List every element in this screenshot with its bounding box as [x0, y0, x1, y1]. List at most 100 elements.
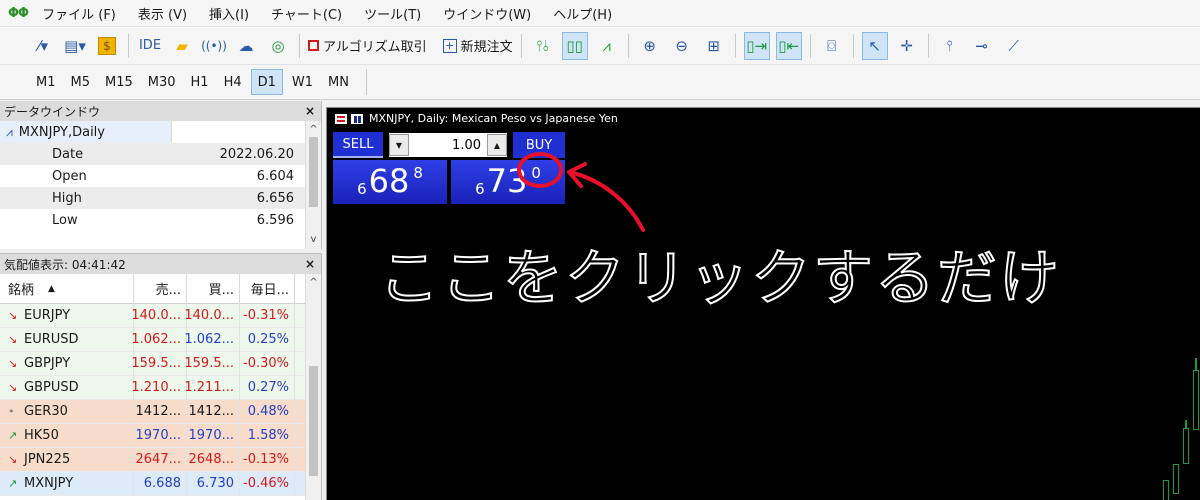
scroll-down-icon[interactable]: v	[306, 231, 321, 247]
sell-price-button[interactable]: 6 68 8	[333, 160, 447, 204]
cloud-icon[interactable]: ☁	[233, 32, 259, 60]
data-row-label: Open	[52, 168, 87, 184]
period-mn[interactable]: MN	[322, 69, 355, 95]
bag-icon[interactable]: ▰	[169, 32, 195, 60]
vps-icon[interactable]: ◎	[265, 32, 291, 60]
algo-trading-button[interactable]: アルゴリズム取引	[308, 32, 427, 60]
ide-button[interactable]: IDE	[137, 32, 163, 60]
chart-title: MXNJPY, Daily: Mexican Peso vs Japanese …	[369, 112, 618, 125]
signal-icon[interactable]: ((•))	[201, 32, 227, 60]
candle	[1183, 428, 1189, 464]
column-bid[interactable]: 売...	[134, 273, 187, 304]
menu-file[interactable]: ファイル (F)	[42, 4, 116, 23]
quote-row[interactable]: ↘ EURJPY 140.0... 140.0... -0.31%	[0, 303, 321, 328]
autoscroll-icon[interactable]: ▯⇥	[743, 31, 770, 60]
close-icon[interactable]: ×	[305, 104, 315, 118]
menu-tools[interactable]: ツール(T)	[364, 4, 421, 23]
period-m30[interactable]: M30	[142, 69, 182, 95]
volume-increase-icon[interactable]: ▲	[487, 134, 507, 156]
volume-decrease-icon[interactable]: ▼	[389, 134, 409, 156]
menu-window[interactable]: ウインドウ(W)	[443, 4, 531, 23]
column-symbol[interactable]: 銘柄 ▲	[0, 273, 134, 304]
volume-input[interactable]: 1.00	[409, 138, 487, 153]
vertical-line-icon[interactable]: ⫯	[937, 32, 963, 60]
menu-view[interactable]: 表示 (V)	[138, 4, 187, 23]
quote-row[interactable]: ↗ MXNJPY 6.688 6.730 -0.46%	[0, 471, 321, 496]
sell-price-sup: 8	[413, 164, 423, 182]
quote-bid: 140.0...	[131, 303, 187, 328]
menu-insert[interactable]: 挿入(I)	[209, 4, 249, 23]
period-h1[interactable]: H1	[185, 69, 215, 95]
plus-icon: +	[442, 38, 457, 53]
data-row-label: Date	[52, 146, 84, 162]
zoom-out-icon[interactable]: ⊖	[669, 32, 695, 60]
scroll-thumb[interactable]	[309, 366, 318, 476]
chart-shift-icon[interactable]: ▯⇤	[775, 31, 802, 60]
market-icon[interactable]: $	[94, 32, 120, 60]
chart-title-bar: MXNJPY, Daily: Mexican Peso vs Japanese …	[335, 112, 618, 125]
sell-button[interactable]: SELL	[333, 132, 383, 158]
bar-chart-icon[interactable]: ⫯⫰	[530, 32, 556, 60]
candlestick-icon[interactable]: ▯▯	[561, 31, 588, 60]
scroll-up-icon[interactable]: ^	[306, 121, 321, 137]
trend-down-icon: ↘	[8, 381, 18, 394]
new-chart-icon[interactable]: ⁄▾	[30, 32, 56, 60]
quote-row[interactable]: ↘ GBPJPY 159.5... 159.5... -0.30%	[0, 351, 321, 376]
horizontal-line-icon[interactable]: ⊸	[969, 32, 995, 60]
column-ask[interactable]: 買...	[187, 273, 240, 304]
menu-chart[interactable]: チャート(C)	[271, 4, 342, 23]
quote-ask: 159.5...	[184, 351, 240, 376]
window-menu-icon[interactable]	[335, 113, 347, 124]
crosshair-icon[interactable]: ✛	[894, 32, 920, 60]
screenshot-icon[interactable]: ⌼	[819, 32, 845, 60]
annotation-text: ここをクリックするだけ	[378, 243, 1061, 315]
market-watch-title: 気配値表示: 04:41:42	[4, 257, 126, 272]
period-w1[interactable]: W1	[286, 69, 319, 95]
quote-bid: 1970...	[134, 423, 187, 448]
cursor-icon[interactable]: ↖	[861, 31, 888, 60]
quote-row[interactable]: • GER30 1412... 1412... 0.48%	[0, 399, 321, 424]
candle	[1163, 480, 1169, 500]
grid-icon[interactable]: ⊞	[701, 32, 727, 60]
line-chart-icon[interactable]: ⩘	[594, 32, 620, 60]
data-window-title: データウインドウ	[4, 104, 101, 119]
sell-price-prefix: 6	[357, 180, 367, 198]
market-watch-scrollbar[interactable]: ^	[305, 274, 321, 500]
period-m1[interactable]: M1	[30, 69, 62, 95]
data-row-value: 6.656	[256, 190, 294, 206]
quote-bid: 1.210...	[131, 375, 187, 400]
quote-bid: 1.062...	[131, 327, 187, 352]
chart-window[interactable]: MXNJPY, Daily: Mexican Peso vs Japanese …	[326, 107, 1200, 500]
stop-icon	[308, 40, 319, 51]
trend-down-icon: ↘	[8, 309, 18, 322]
period-d1[interactable]: D1	[250, 69, 283, 95]
volume-control: ▼ 1.00 ▲	[389, 133, 507, 157]
app-icon: ΦΦ	[8, 5, 29, 21]
quote-row[interactable]: ↗ HK50 1970... 1970... 1.58%	[0, 423, 321, 448]
period-h4[interactable]: H4	[218, 69, 248, 95]
data-window-row: Low 6.596	[0, 209, 321, 231]
menu-bar: ΦΦ ファイル (F) 表示 (V) 挿入(I) チャート(C) ツール(T) …	[0, 0, 1200, 26]
data-window: データウインドウ × ⩘ MXNJPY,Daily Date 2022.06.2…	[0, 101, 322, 249]
scroll-up-icon[interactable]: ^	[306, 274, 321, 290]
menu-help[interactable]: ヘルプ(H)	[553, 4, 612, 23]
trendline-icon[interactable]: ⟋	[1001, 32, 1027, 60]
data-window-scrollbar[interactable]: ^ v	[305, 121, 321, 249]
period-m15[interactable]: M15	[99, 69, 139, 95]
close-icon[interactable]: ×	[305, 257, 315, 271]
trend-up-icon: ↗	[8, 477, 18, 490]
new-order-button[interactable]: + 新規注文	[442, 32, 513, 60]
quote-change: 0.48%	[240, 399, 295, 424]
profiles-icon[interactable]: ▤▾	[62, 32, 88, 60]
quote-row[interactable]: ↘ EURUSD 1.062... 1.062... 0.25%	[0, 327, 321, 352]
toolbar-separator	[927, 33, 929, 58]
toolbar-separator	[852, 33, 854, 58]
line-chart-icon: ⩘	[6, 124, 13, 139]
toolbar-separator	[520, 33, 522, 58]
column-change[interactable]: 毎日...	[240, 273, 295, 304]
scroll-thumb[interactable]	[309, 137, 318, 207]
quote-row[interactable]: ↘ JPN225 2647... 2648... -0.13%	[0, 447, 321, 472]
period-m5[interactable]: M5	[65, 69, 97, 95]
zoom-in-icon[interactable]: ⊕	[637, 32, 663, 60]
quote-row[interactable]: ↘ GBPUSD 1.210... 1.211... 0.27%	[0, 375, 321, 400]
